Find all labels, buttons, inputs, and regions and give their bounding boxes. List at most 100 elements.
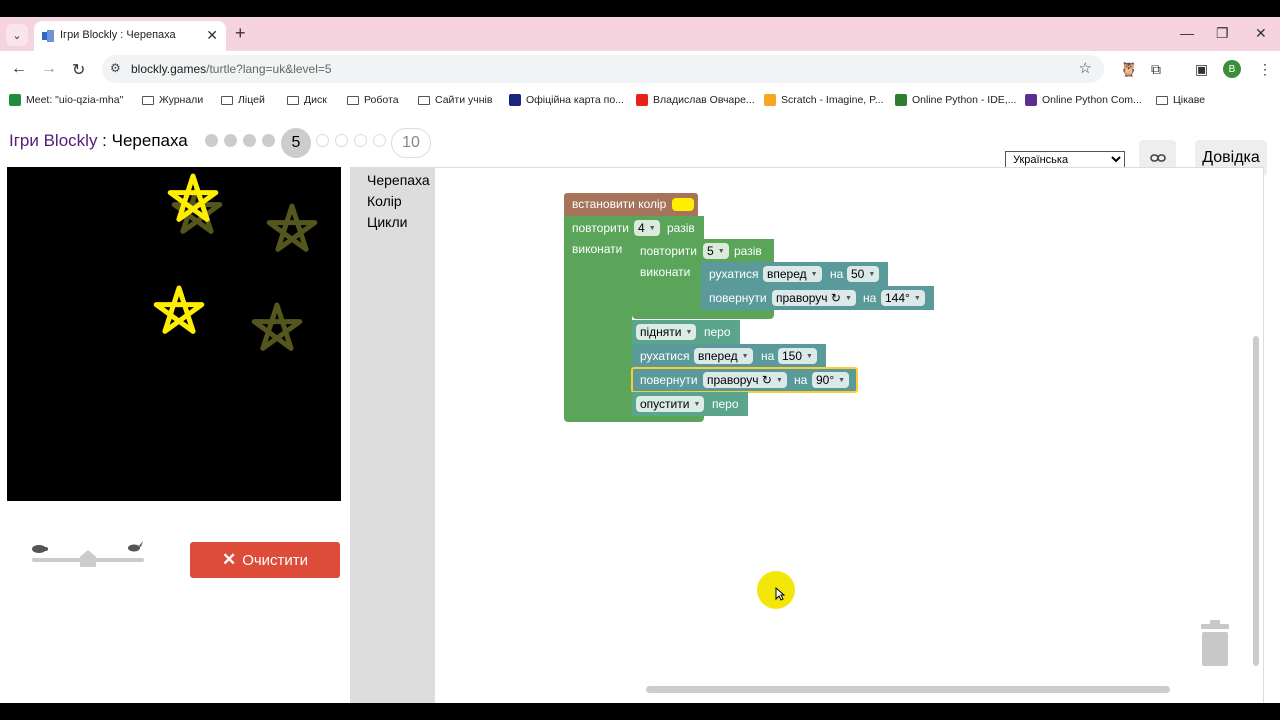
selection-highlight [631, 367, 858, 393]
map-icon [509, 94, 521, 106]
repeat-inner-foot [632, 309, 774, 319]
profile-avatar[interactable]: B [1223, 60, 1241, 78]
bookmarks-bar: Meet: "uio-qzia-mha" Журнали Ліцей Диск Робо… [0, 89, 1280, 113]
mouse-pointer-icon [775, 587, 785, 601]
move-direction-field[interactable]: вперед ▼ [694, 348, 753, 364]
pen-state-field[interactable]: опустити ▼ [636, 396, 705, 412]
category-loops[interactable]: Цикли [367, 214, 407, 230]
browser-toolbar: ← → ↻ ⚙ blockly.games/turtle?lang=uk&lev… [0, 51, 1280, 89]
move-forward-block[interactable]: рухатися вперед ▼ на 150 ▼ [632, 344, 826, 368]
hare-icon [128, 541, 143, 552]
bookmark-item[interactable]: Робота [347, 94, 399, 106]
tab-strip: ⌄ Ігри Blockly : Черепаха ✕ + — ❐ ✕ [0, 17, 1280, 51]
new-tab-button[interactable]: + [235, 23, 246, 44]
repeat-outer-block[interactable]: повторити 4 ▼ разів [564, 216, 704, 240]
level-7-dot[interactable] [335, 134, 348, 147]
tab-title: Ігри Blockly : Черепаха [60, 29, 176, 41]
games-link[interactable]: Ігри Blockly [9, 131, 97, 150]
level-9-dot[interactable] [373, 134, 386, 147]
blockly-page: Ігри Blockly : Черепаха 5 10 Українська … [0, 113, 1280, 703]
bookmark-item[interactable]: Meet: "uio-qzia-mha" [9, 94, 123, 106]
repeat-inner-block[interactable]: повторити 5 ▼ разів [632, 239, 774, 263]
pen-up-block[interactable]: підняти ▼ перо [632, 320, 740, 344]
repeat-outer-body: виконати [564, 240, 632, 420]
speed-slider[interactable] [28, 533, 148, 573]
address-bar[interactable]: ⚙ blockly.games/turtle?lang=uk&level=5 ☆ [102, 55, 1104, 83]
blockly-workspace[interactable]: Черепаха Колір Цикли встановити колір по… [350, 167, 1264, 703]
move-direction-field[interactable]: вперед ▼ [763, 266, 822, 282]
side-panel-icon[interactable]: ▣ [1195, 61, 1208, 78]
restore-button[interactable]: ❐ [1216, 25, 1229, 42]
minimize-button[interactable]: — [1180, 25, 1194, 41]
language-select[interactable]: Українська [1005, 151, 1125, 168]
browser-window: ⌄ Ігри Blockly : Черепаха ✕ + — ❐ ✕ ← → … [0, 17, 1280, 703]
app-name: Черепаха [111, 131, 188, 150]
last-level-indicator[interactable]: 10 [391, 128, 431, 158]
blockly-favicon-icon [42, 30, 54, 42]
page-title: Ігри Blockly : Черепаха [9, 131, 188, 150]
close-window-button[interactable]: ✕ [1255, 25, 1267, 42]
move-distance-field[interactable]: 50 ▼ [847, 266, 880, 282]
folder-icon [347, 95, 359, 105]
bookmark-item[interactable]: Ліцей [221, 94, 265, 106]
bookmark-item[interactable]: Online Python Com... [1025, 94, 1142, 106]
bookmark-item[interactable]: Владислав Овчаре... [636, 94, 755, 106]
level-1-dot[interactable] [205, 134, 218, 147]
level-2-dot[interactable] [224, 134, 237, 147]
link-icon [1149, 154, 1166, 162]
bookmark-item[interactable]: Журнали [142, 94, 203, 106]
folder-icon [221, 95, 233, 105]
turn-direction-field[interactable]: праворуч ↻ ▼ [772, 290, 856, 306]
back-arrow-icon[interactable]: ← [11, 60, 27, 78]
reset-button[interactable]: ✕ Очистити [190, 542, 340, 578]
move-distance-field[interactable]: 150 ▼ [778, 348, 817, 364]
repeat-inner-body: виконати [632, 263, 702, 313]
tortoise-icon [32, 545, 48, 553]
pen-down-block[interactable]: опустити ▼ перо [632, 392, 748, 416]
bookmark-item[interactable]: Сайти учнів [418, 94, 492, 106]
python-shield-icon [895, 94, 907, 106]
level-6-dot[interactable] [316, 134, 329, 147]
pen-state-field[interactable]: підняти ▼ [636, 324, 697, 340]
scratch-icon [764, 94, 776, 106]
bookmark-star-icon[interactable]: ☆ [1079, 59, 1092, 77]
url-text[interactable]: blockly.games/turtle?lang=uk&level=5 [131, 62, 332, 76]
forward-arrow-icon[interactable]: → [41, 60, 57, 78]
faint-star [251, 302, 303, 351]
bookmark-item[interactable]: Офіційна карта по... [509, 94, 624, 106]
vertical-scrollbar[interactable] [1253, 336, 1259, 666]
tab-search-button[interactable]: ⌄ [6, 24, 28, 46]
bookmark-item[interactable]: Scratch - Imagine, P... [764, 94, 884, 106]
extension-owl-icon[interactable]: 🦉 [1120, 61, 1137, 78]
turn-angle-field[interactable]: 144° ▼ [881, 290, 925, 306]
extensions-puzzle-icon[interactable]: ⧉ [1151, 61, 1161, 78]
bookmark-item[interactable]: Цікаве [1156, 94, 1205, 106]
folder-icon [1156, 95, 1168, 105]
reload-icon[interactable]: ↻ [72, 60, 85, 80]
tab-close-icon[interactable]: ✕ [206, 27, 218, 44]
bookmark-item[interactable]: Online Python - IDE,... [895, 94, 1016, 106]
site-info-icon[interactable]: ⚙ [110, 61, 121, 75]
repeat-count-field[interactable]: 4 ▼ [634, 220, 660, 236]
turn-block[interactable]: повернути праворуч ↻ ▼ на 144° ▼ [701, 286, 934, 310]
inner-repeat-count-field[interactable]: 5 ▼ [703, 243, 729, 259]
level-4-dot[interactable] [262, 134, 275, 147]
current-level-indicator[interactable]: 5 [281, 128, 311, 158]
trash-can-icon[interactable] [1199, 620, 1231, 666]
folder-icon [418, 95, 430, 105]
bookmark-item[interactable]: Диск [287, 94, 327, 106]
speed-thumb[interactable] [80, 550, 96, 567]
level-8-dot[interactable] [354, 134, 367, 147]
move-forward-block[interactable]: рухатися вперед ▼ на 50 ▼ [701, 262, 888, 286]
category-turtle[interactable]: Черепаха [367, 172, 430, 188]
browser-tab[interactable]: Ігри Blockly : Черепаха ✕ [34, 21, 226, 51]
level-3-dot[interactable] [243, 134, 256, 147]
cursor-highlight [757, 571, 795, 609]
youtube-icon [636, 94, 648, 106]
colour-swatch[interactable] [672, 198, 694, 211]
category-colour[interactable]: Колір [367, 193, 402, 209]
browser-menu-icon[interactable]: ⋮ [1258, 61, 1272, 78]
horizontal-scrollbar[interactable] [646, 686, 1170, 693]
python-bolt-icon [1025, 94, 1037, 106]
set-colour-block[interactable]: встановити колір [564, 193, 698, 216]
